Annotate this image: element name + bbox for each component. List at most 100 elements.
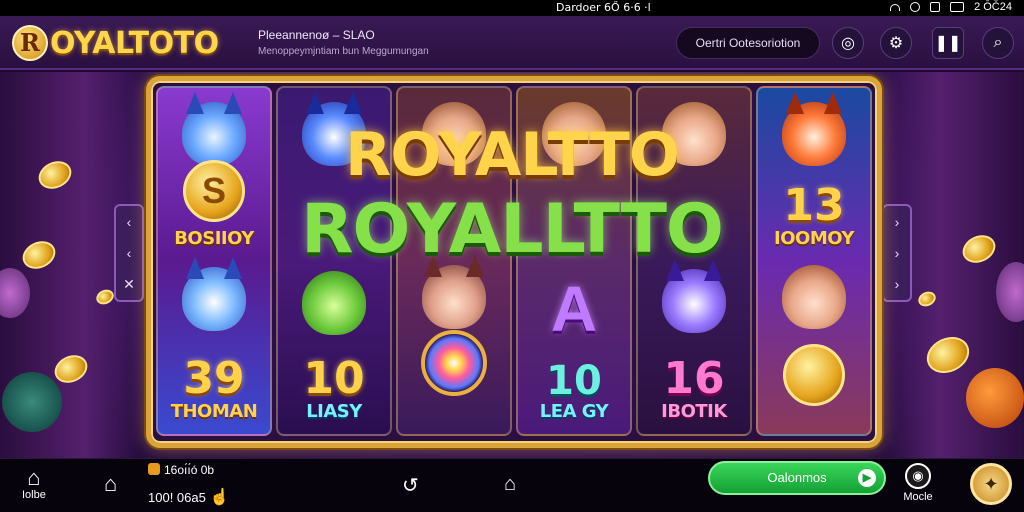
symbol-label: IBOTIK — [661, 401, 727, 422]
reel-6: 13 IOOMOY — [756, 86, 872, 436]
reel-symbol — [758, 261, 870, 434]
balance-value: 100! 06a5 — [148, 490, 206, 505]
settings-icon: ⚙ — [888, 35, 904, 52]
like-icon[interactable]: ☝ — [209, 489, 229, 506]
reel-1: S BOSIIOY 39 THOMAN — [156, 86, 272, 436]
reel-symbol: A 10 LEA GY — [518, 261, 630, 434]
house-icon: ⌂ — [104, 471, 118, 496]
reel-symbol — [398, 88, 510, 261]
cat-woman-character — [422, 255, 486, 329]
reel-symbol — [638, 88, 750, 261]
reel-symbol: 13 IOOMOY — [758, 88, 870, 261]
play-button[interactable]: Oalonmos ▶ — [708, 461, 886, 495]
back-icon: ↺ — [402, 475, 419, 497]
slot-reels: S BOSIIOY 39 THOMAN 10 LIASY A 10 LEA GY… — [156, 86, 872, 436]
profile-label: Mocle — [903, 491, 933, 503]
decor-pumpkin — [966, 368, 1024, 428]
right-arrow-panel[interactable]: › › › — [882, 204, 912, 302]
back-nav[interactable]: ↺ — [402, 473, 419, 498]
green-goblin-character — [302, 271, 366, 335]
home-icon: ⌂ — [504, 473, 517, 495]
chevron-left-icon[interactable]: ‹ — [127, 214, 132, 230]
game-caption: Menoppeymjntiam bun Meggumungan — [258, 46, 429, 57]
reel-5: 16 IBOTIK — [636, 86, 752, 436]
fox-character — [782, 92, 846, 166]
top-bar: R OYALTOTO Pleeannenoø – SLAO Menoppeymj… — [0, 16, 1024, 70]
symbol-number: 10 — [546, 358, 602, 404]
reel-symbol: S BOSIIOY — [158, 88, 270, 261]
status-right-text: 2 ŌČ24 — [974, 1, 1012, 13]
balance-top: 16oı́ı́ó 0b — [164, 463, 215, 477]
location-icon — [910, 2, 921, 12]
status-bar: Dardoer 6Ő 6·6 ·l 2 ŌČ24 — [0, 0, 1024, 16]
game-subtitle: Pleeannenoø – SLAO — [258, 28, 375, 42]
wifi-icon — [890, 3, 901, 11]
woman-character — [422, 102, 486, 166]
woman-character — [662, 102, 726, 166]
search-button[interactable]: ⌕ — [982, 27, 1014, 59]
spin-button[interactable]: ✦ — [970, 463, 1012, 505]
target-icon: ◎ — [841, 35, 855, 52]
bottom-bar: ⌂ Iolbe ⌂ 16oı́ı́ó 0b 100! 06a5 ☝ ↺ ⌂ O… — [0, 458, 1024, 512]
symbol-label: LIASY — [306, 401, 362, 422]
home-label: Iolbe — [22, 489, 46, 501]
pause-button[interactable]: ❚❚ — [932, 27, 964, 59]
reel-4: A 10 LEA GY — [516, 86, 632, 436]
letter-symbol: A — [550, 273, 598, 345]
symbol-number: 13 — [783, 180, 845, 231]
profile-icon: ◉ — [905, 463, 931, 489]
reel-symbol — [278, 88, 390, 261]
reel-symbol: 16 IBOTIK — [638, 259, 750, 434]
reel-2: 10 LIASY — [276, 86, 392, 436]
android-home-nav[interactable]: ⌂ — [504, 473, 516, 496]
reel-3 — [396, 86, 512, 436]
chevron-left-icon[interactable]: ‹ — [127, 245, 132, 261]
chevron-right-icon[interactable]: › — [895, 214, 900, 230]
battery-icon — [950, 2, 965, 12]
reel-symbol — [398, 255, 510, 434]
logo-text: OYALTOTO — [50, 26, 219, 61]
coin-symbol: S — [183, 160, 245, 222]
symbol-label: THOMAN — [170, 401, 258, 422]
chevron-right-icon[interactable]: › — [895, 245, 900, 261]
purple-wolf-character — [662, 259, 726, 333]
profile-button[interactable]: ◉ Mocle — [898, 463, 938, 503]
queen-character — [782, 265, 846, 329]
coin-symbol — [783, 344, 845, 406]
chevron-right-icon[interactable]: › — [895, 276, 900, 292]
reel-symbol: 39 THOMAN — [158, 257, 270, 434]
notification-icon — [930, 2, 941, 12]
symbol-label: IOOMOY — [774, 228, 854, 249]
game-stage: ‹ ‹ ✕ › › › S BOSIIOY 39 THOMAN 10 LIASY… — [0, 72, 1024, 458]
symbol-number: 39 — [183, 353, 245, 404]
wolf-character — [182, 92, 246, 166]
gem-symbol — [421, 330, 487, 396]
reel-symbol — [518, 88, 630, 261]
symbol-label: BOSIIOY — [174, 228, 254, 249]
decor-orb-left-bottom — [2, 372, 62, 432]
settings-button[interactable]: ⚙ — [880, 27, 912, 59]
reel-symbol: 10 LIASY — [278, 261, 390, 434]
close-icon[interactable]: ✕ — [123, 276, 135, 293]
home-icon: ⌂ — [27, 465, 41, 490]
target-button[interactable]: ◎ — [832, 27, 864, 59]
status-icons: 2 ŌČ24 — [890, 1, 1012, 13]
woman-character — [542, 102, 606, 166]
search-icon: ⌕ — [993, 34, 1003, 51]
blue-wolf-character — [302, 92, 366, 166]
spin-icon: ✦ — [983, 474, 999, 494]
symbol-number: 10 — [303, 353, 365, 404]
pause-icon: ❚❚ — [934, 35, 962, 52]
left-arrow-panel[interactable]: ‹ ‹ ✕ — [114, 204, 144, 302]
symbol-label: LEA GY — [539, 401, 609, 422]
wolf-character — [182, 257, 246, 331]
symbol-number: 16 — [663, 353, 725, 404]
coin-icon — [148, 463, 160, 475]
balance-panel: 16oı́ı́ó 0b 100! 06a5 ☝ — [148, 463, 229, 506]
category-button[interactable]: Oertri Ootesoriotion — [676, 27, 820, 59]
home-outline-nav[interactable]: ⌂ — [104, 471, 117, 497]
play-button-label: Oalonmos — [767, 470, 827, 485]
logo-badge[interactable]: R — [12, 25, 48, 61]
status-time: Dardoer 6Ő 6·6 ·l — [556, 1, 651, 14]
home-nav[interactable]: ⌂ Iolbe — [22, 465, 46, 502]
